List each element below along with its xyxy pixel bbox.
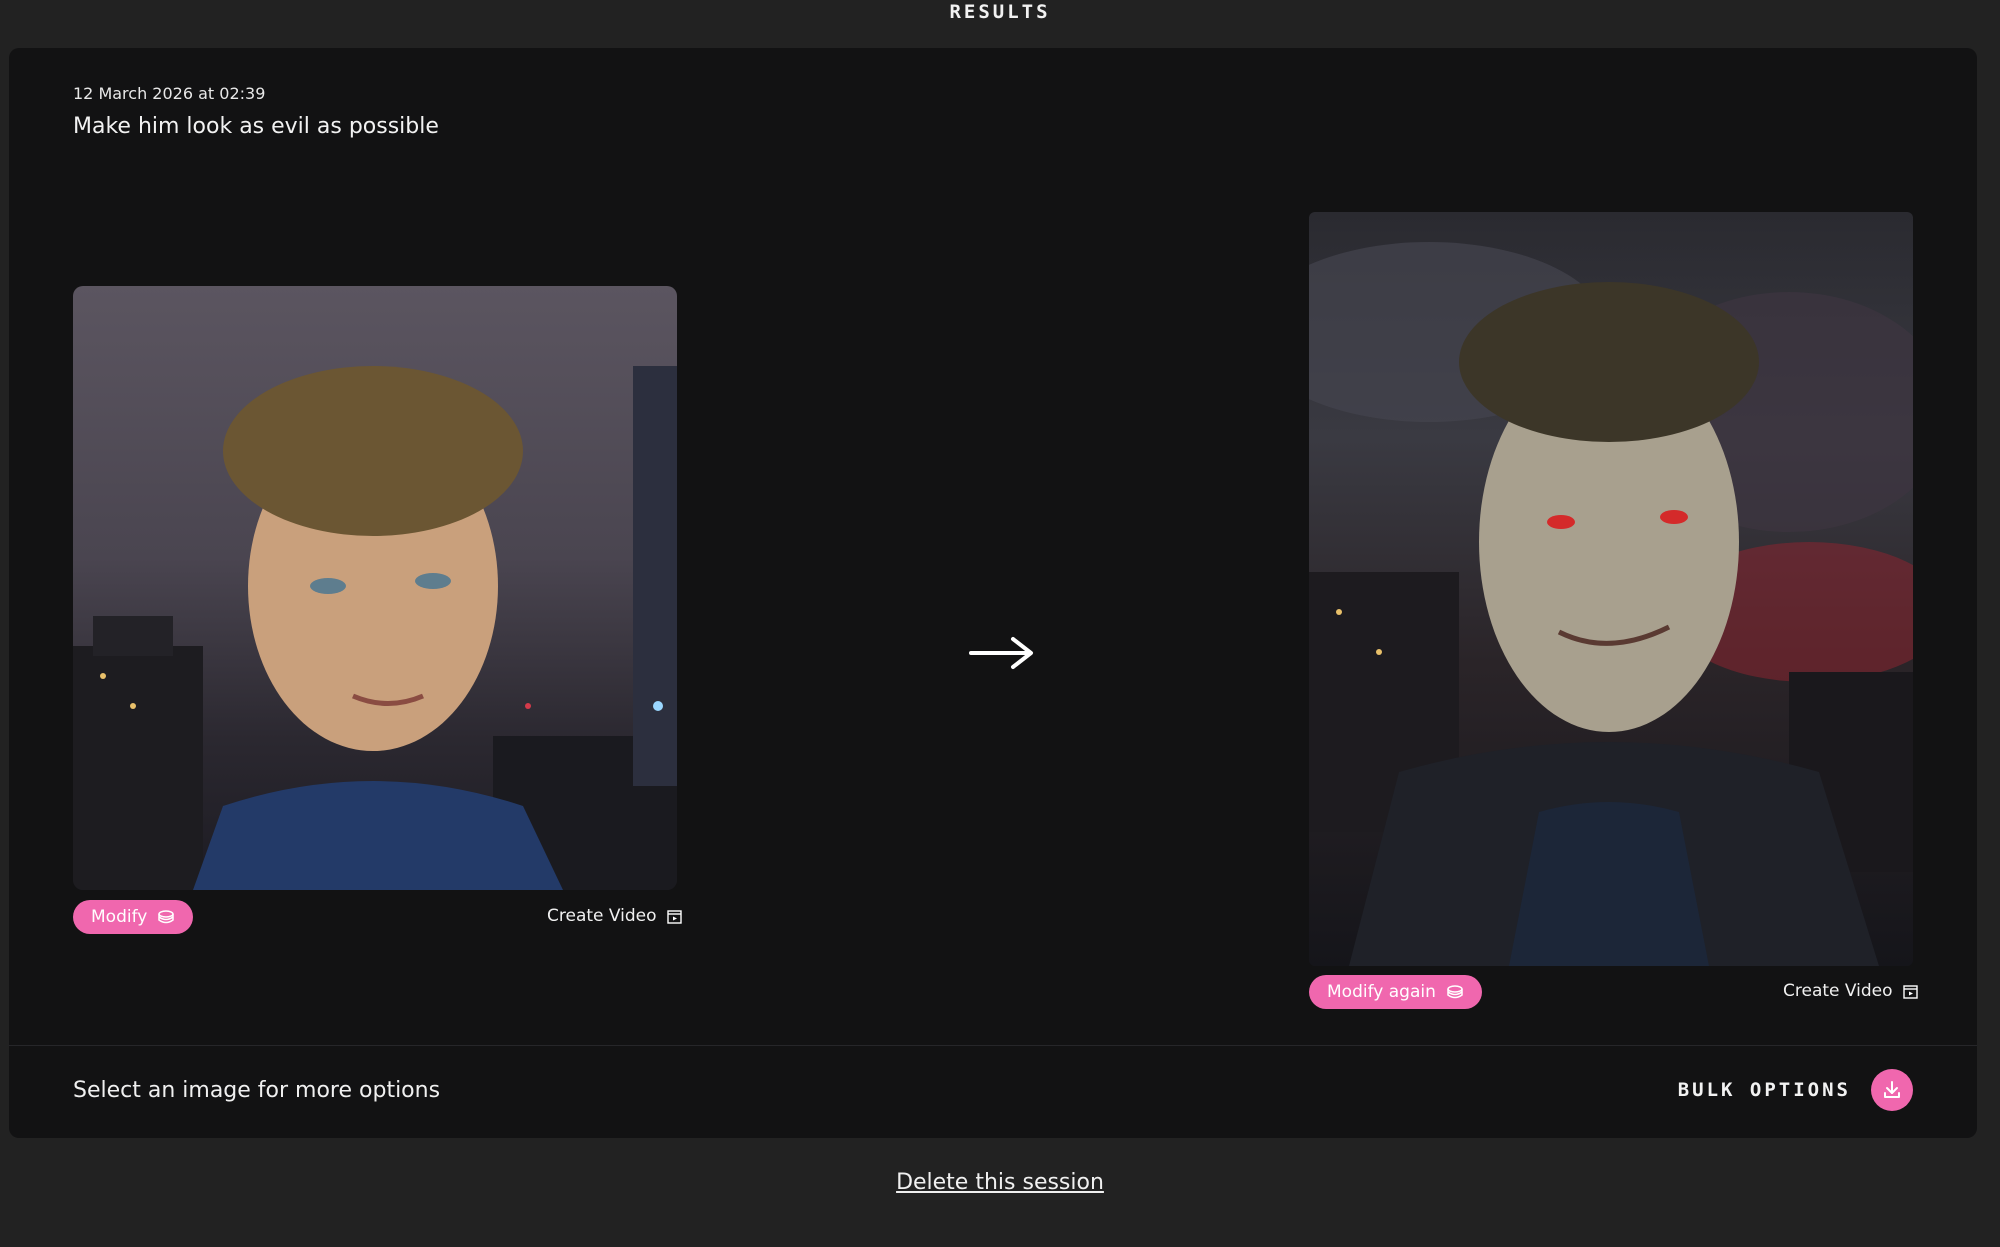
- session-panel: 12 March 2026 at 02:39 Make him look as …: [9, 48, 1977, 1138]
- create-video-button-result[interactable]: Create Video: [1783, 981, 1918, 1001]
- create-video-button-original[interactable]: Create Video: [547, 906, 682, 926]
- session-prompt: Make him look as evil as possible: [73, 114, 439, 139]
- result-portrait-graphic: [1309, 242, 1913, 966]
- original-image[interactable]: [73, 286, 677, 890]
- bulk-options[interactable]: BULK OPTIONS: [1678, 1069, 1913, 1111]
- video-icon: [1902, 984, 1918, 999]
- video-icon: [666, 909, 682, 924]
- result-image[interactable]: [1309, 212, 1913, 966]
- page-title: RESULTS: [949, 1, 1051, 23]
- modify-button-label: Modify: [91, 907, 148, 927]
- modify-button[interactable]: Modify: [73, 900, 194, 934]
- delete-session-link[interactable]: Delete this session: [0, 1170, 2000, 1195]
- modify-again-button[interactable]: Modify again: [1309, 975, 1482, 1009]
- bulk-options-label: BULK OPTIONS: [1677, 1079, 1851, 1101]
- create-video-label: Create Video: [547, 906, 657, 926]
- download-icon: [1884, 1081, 1900, 1098]
- coins-icon: [158, 910, 175, 924]
- arrow-right-icon: [969, 637, 1033, 669]
- bulk-download-button[interactable]: [1871, 1069, 1913, 1111]
- create-video-label: Create Video: [1783, 981, 1893, 1001]
- session-timestamp: 12 March 2026 at 02:39: [73, 84, 266, 103]
- coins-icon: [1447, 985, 1463, 999]
- original-portrait-graphic: [73, 366, 677, 890]
- modify-again-label: Modify again: [1327, 982, 1436, 1002]
- footer-hint: Select an image for more options: [73, 1078, 441, 1103]
- footer-divider: [9, 1045, 1977, 1046]
